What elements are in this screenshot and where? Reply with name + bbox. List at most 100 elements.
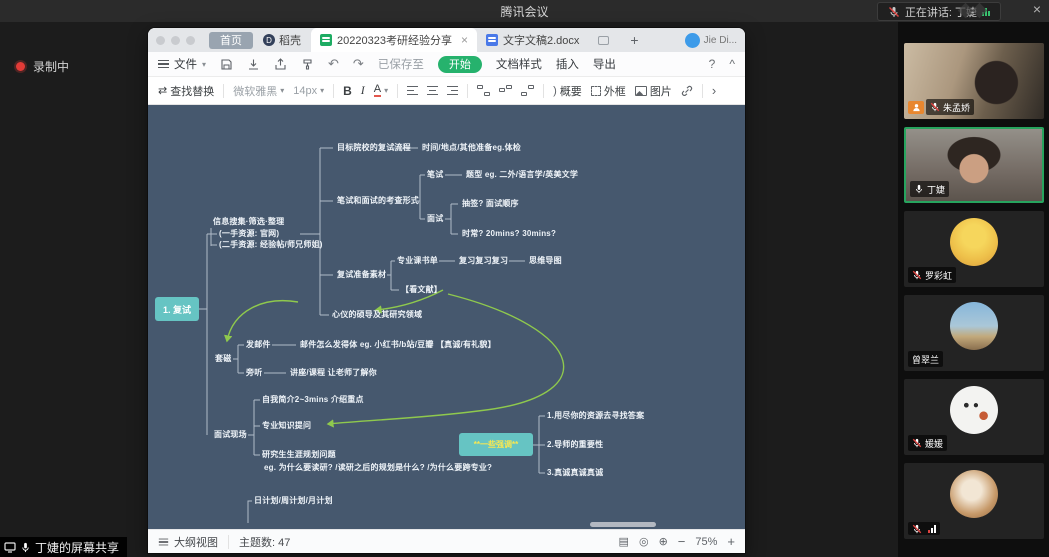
mindmap-emphasis-node[interactable]: **一些强调** (459, 433, 533, 456)
traffic-light-close-icon[interactable] (156, 36, 165, 45)
insert-menu[interactable]: 插入 (556, 56, 579, 72)
file-menu[interactable]: 文件 ▾ (158, 56, 206, 72)
new-tab-button[interactable]: + (630, 32, 638, 48)
mindmap-node[interactable]: 邮件怎么发得体 eg. 小红书/b站/豆瓣 【真诚/有礼貌】 (300, 340, 496, 350)
participant-name: 罗彩虹 (925, 269, 952, 282)
tab-active-document[interactable]: 20220323考研经验分享 × (311, 28, 477, 52)
frame-button[interactable]: 外框 (591, 83, 626, 99)
format-painter-icon[interactable] (301, 58, 314, 71)
traffic-light-zoom-icon[interactable] (186, 36, 195, 45)
export-menu[interactable]: 导出 (593, 56, 616, 72)
mindmap-node[interactable]: 复试准备素材 (337, 270, 386, 280)
font-color-button[interactable]: A▾ (374, 84, 388, 97)
mindmap-node[interactable]: 抽签? 面试顺序 (462, 199, 519, 209)
mindmap-node[interactable]: 旁听 (246, 368, 262, 378)
start-menu-tab[interactable]: 开始 (438, 56, 482, 73)
outline-icon: ) (553, 85, 557, 97)
mindmap-node[interactable]: 发邮件 (246, 340, 271, 350)
more-tools-icon[interactable]: › (712, 83, 716, 98)
mindmap-node[interactable]: 面试现场 (214, 430, 247, 440)
locate-icon[interactable]: ⊕ (659, 535, 668, 548)
insert-topic-icon[interactable] (477, 85, 490, 96)
italic-button[interactable]: I (361, 83, 365, 98)
mindmap-node[interactable]: 笔试 (427, 170, 443, 180)
mindmap-node[interactable]: 专业课书单 (397, 256, 438, 266)
mindmap-node[interactable]: 专业知识提问 (262, 421, 311, 431)
insert-subtopic-icon[interactable] (499, 85, 512, 96)
mindmap-node[interactable]: 讲座/课程 让老师了解你 (290, 368, 377, 378)
image-button[interactable]: 图片 (635, 83, 672, 99)
mindmap-node[interactable]: 【看文献】 (401, 285, 442, 295)
relation-line-icon[interactable] (521, 85, 534, 96)
mindmap-node[interactable]: 自我简介2~3mins 介绍重点 (262, 395, 364, 405)
tab-docer[interactable]: D 稻壳 (263, 32, 301, 48)
traffic-light-minimize-icon[interactable] (171, 36, 180, 45)
account-chip[interactable]: Jie Di... (685, 33, 737, 48)
recording-label: 录制中 (33, 58, 69, 75)
save-icon[interactable] (220, 58, 233, 71)
participant-tile[interactable]: 罗彩虹 (904, 211, 1044, 287)
download-icon[interactable] (247, 58, 260, 71)
help-icon[interactable]: ? (709, 57, 716, 71)
outline-view-button[interactable]: 大纲视图 (158, 534, 218, 550)
comment-icon[interactable] (598, 36, 609, 45)
mindmap-node[interactable]: 目标院校的复试流程 (337, 143, 411, 153)
mic-on-icon (914, 184, 924, 194)
mindmap-node[interactable]: (二手资源: 经验帖/师兄师姐) (219, 240, 323, 250)
mindmap-node[interactable]: 面试 (427, 214, 443, 224)
font-family-select[interactable]: 微软雅黑▾ (233, 83, 284, 99)
mindmap-node[interactable]: (一手资源: 官网) (219, 229, 279, 239)
mindmap-canvas[interactable]: 1. 复试 **一些强调** 信息搜集·筛选·整理 (一手资源: 官网) (二手… (148, 105, 745, 529)
undo-icon[interactable]: ↶ (328, 56, 339, 72)
participant-tile[interactable]: 曾翠兰 (904, 295, 1044, 371)
mindmap-node[interactable]: 3.真诚真诚真诚 (547, 468, 603, 478)
share-icon[interactable] (274, 58, 287, 71)
mindmap-node[interactable]: 时常? 20mins? 30mins? (462, 229, 556, 239)
close-window-button[interactable]: × (1033, 1, 1041, 17)
zoom-in-button[interactable]: + (727, 534, 735, 549)
horizontal-scrollbar[interactable] (590, 522, 656, 527)
tab-document-2[interactable]: 文字文稿2.docx (477, 28, 618, 52)
menu-icon (158, 60, 169, 68)
participant-tile[interactable]: 丁婕 (904, 127, 1044, 203)
mindmap-node[interactable]: 信息搜集·筛选·整理 (213, 217, 284, 227)
mindmap-node[interactable]: 套磁 (215, 354, 231, 364)
doc2-title: 文字文稿2.docx (503, 32, 579, 48)
mindmap-node[interactable]: 笔试和面试的考查形式 (337, 196, 419, 206)
mindmap-node[interactable]: 1.用尽你的资源去寻找答案 (547, 411, 644, 421)
close-tab-icon[interactable]: × (461, 33, 468, 47)
align-center-icon[interactable] (427, 86, 438, 95)
align-left-icon[interactable] (407, 86, 418, 95)
mindmap-root-node[interactable]: 1. 复试 (155, 297, 199, 321)
align-right-icon[interactable] (447, 86, 458, 95)
redo-icon[interactable]: ↷ (353, 56, 364, 72)
link-icon[interactable] (681, 85, 693, 97)
recording-dot-icon (16, 62, 25, 71)
readonly-icon[interactable]: ▤ (619, 535, 629, 548)
mindmap-node[interactable]: 日计划/周计划/月计划 (254, 496, 333, 506)
collapse-toolbar-icon[interactable]: ^ (729, 57, 735, 71)
participant-name: 媛媛 (925, 437, 943, 450)
participant-tile[interactable]: 朱孟娇 (904, 43, 1044, 119)
mindmap-node[interactable]: 心仪的硕导及其研究领域 (332, 310, 422, 320)
participant-tile[interactable]: 媛媛 (904, 379, 1044, 455)
tab-home[interactable]: 首页 (209, 32, 253, 49)
presentation-icon[interactable]: ◎ (639, 535, 649, 548)
mindmap-node[interactable]: eg. 为什么要读研? /读研之后的规划是什么? /为什么要跨专业? (264, 463, 492, 473)
mindmap-node[interactable]: 题型 eg. 二外/语言学/英美文学 (466, 170, 578, 180)
mindmap-node[interactable]: 思维导图 (529, 256, 562, 266)
writer-doc-icon (486, 34, 498, 46)
find-replace-button[interactable]: ⇄ 查找替换 (158, 83, 214, 99)
mindmap-node[interactable]: 研究生生涯规划问题 (262, 450, 336, 460)
wps-statusbar: 大纲视图 主题数: 47 ▤ ◎ ⊕ − 75% + (148, 529, 745, 553)
bold-button[interactable]: B (343, 84, 352, 98)
mindmap-node[interactable]: 复习复习复习 (459, 256, 508, 266)
zoom-out-button[interactable]: − (678, 534, 686, 549)
doc-style-menu[interactable]: 文档样式 (496, 56, 542, 72)
mindmap-node[interactable]: 时间/地点/其他准备eg.体检 (422, 143, 521, 153)
outline-button[interactable]: )概要 (553, 83, 582, 99)
zoom-level[interactable]: 75% (695, 536, 717, 548)
participant-tile[interactable] (904, 463, 1044, 539)
mindmap-node[interactable]: 2.导师的重要性 (547, 440, 603, 450)
font-size-select[interactable]: 14px▾ (293, 85, 324, 97)
